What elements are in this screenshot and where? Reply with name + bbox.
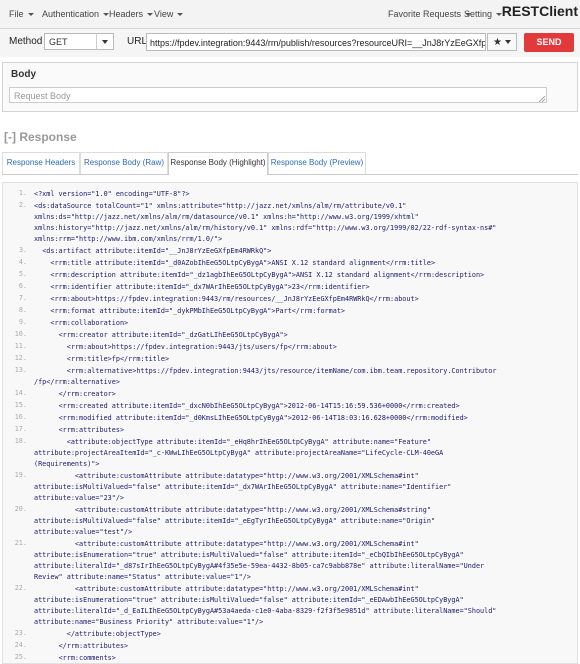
tab-response-body-highlight[interactable]: Response Body (Highlight) (168, 152, 268, 175)
favorite-requests-menu[interactable]: Favorite Requests (388, 0, 472, 28)
line-number: 11. (14, 342, 27, 350)
view-menu[interactable]: View (154, 0, 184, 28)
line-number: 18. (14, 437, 27, 445)
line-number: 1. (18, 189, 27, 197)
code-line: <rrm:collaboration> (34, 319, 129, 327)
line-number: 9. (18, 318, 27, 326)
code-line: <rrm:format attribute:itemId="_dykPMbIhE… (34, 307, 346, 315)
chevron-down-icon (27, 13, 34, 17)
code-line: </rrm:attributes> (34, 642, 129, 650)
line-number: 22. (14, 584, 27, 592)
code-line: <attribute:customAttribute attribute:dat… (34, 472, 452, 502)
method-label: Method (9, 36, 43, 47)
chevron-down-icon (147, 13, 154, 17)
line-number: 19. (14, 471, 27, 479)
line-number: 3. (18, 246, 27, 254)
body-panel: Body Request Body (2, 62, 578, 112)
url-input[interactable]: https://fpdev.integration:9443/rm/publis… (146, 33, 486, 51)
top-menu-bar: File Authentication Headers View Favorit… (0, 0, 580, 29)
authentication-menu-label: Authentication (42, 9, 100, 19)
line-number: 21. (14, 539, 27, 547)
chevron-down-icon (504, 40, 511, 44)
response-code-view: 1. <?xml version="1.0" encoding="UTF-8"?>… (2, 182, 578, 664)
line-number: 24. (14, 641, 27, 649)
line-number: 25. (14, 653, 27, 661)
code-line: <attribute:customAttribute attribute:dat… (34, 585, 497, 626)
line-number: 23. (14, 629, 27, 637)
resize-handle-icon[interactable] (539, 96, 545, 102)
setting-menu-label: Setting (464, 9, 493, 19)
code-line: </attribute:objectType> (34, 630, 161, 638)
app-brand: RESTClient (501, 3, 578, 19)
file-menu-label: File (9, 9, 24, 19)
request-bar: Method GET URL https://fpdev.integration… (0, 29, 580, 57)
chevron-down-icon (96, 34, 113, 49)
send-button[interactable]: SEND (524, 33, 574, 52)
code-line: <rrm:creator attribute:itemId="_dzGatLIh… (34, 331, 288, 339)
tab-response-body-preview[interactable]: Response Body (Preview) (268, 152, 366, 174)
code-line: <rrm:comments> (34, 654, 116, 662)
tab-response-body-raw[interactable]: Response Body (Raw) (80, 152, 168, 174)
line-number: 17. (14, 425, 27, 433)
code-line: <ds:dataSource totalCount="1" xmlns:attr… (34, 202, 497, 243)
star-icon: ★ (493, 36, 502, 48)
line-number: 15. (14, 401, 27, 409)
method-value: GET (49, 37, 68, 47)
method-select[interactable]: GET (44, 33, 114, 50)
line-number: 5. (18, 270, 27, 278)
url-label: URL (127, 36, 148, 47)
response-tabs: Response Headers Response Body (Raw) Res… (2, 152, 578, 175)
code-line: <rrm:title attribute:itemId="_d0AZobIhEe… (34, 259, 436, 267)
chevron-down-icon (177, 13, 184, 17)
code-line: <ds:artifact attribute:itemId="__JnJ8rYz… (34, 247, 272, 255)
headers-menu[interactable]: Headers (109, 0, 154, 28)
line-number: 8. (18, 306, 27, 314)
line-number: 14. (14, 389, 27, 397)
authentication-menu[interactable]: Authentication (42, 0, 110, 28)
headers-menu-label: Headers (109, 9, 144, 19)
view-menu-label: View (154, 9, 174, 19)
line-number: 10. (14, 330, 27, 338)
line-number: 7. (18, 294, 27, 302)
body-title: Body (11, 69, 36, 80)
line-number: 4. (18, 258, 27, 266)
response-toggle[interactable]: [-] Response (4, 130, 77, 144)
line-number: 2. (18, 201, 27, 209)
code-line: <?xml version="1.0" encoding="UTF-8"?> (34, 190, 190, 198)
code-line: <rrm:description attribute:itemId="_dz1a… (34, 271, 485, 279)
code-line: <rrm:attributes> (34, 426, 125, 434)
code-line: <rrm:created attribute:itemId="_dxcN0bIh… (34, 402, 460, 410)
code-line: <attribute:customAttribute attribute:dat… (34, 506, 436, 536)
code-line: <attribute:objectType attribute:itemId="… (34, 438, 444, 468)
tab-response-headers[interactable]: Response Headers (2, 152, 80, 174)
file-menu[interactable]: File (9, 0, 34, 28)
favorite-star-button[interactable]: ★ (487, 33, 517, 51)
favorite-requests-label: Favorite Requests (388, 9, 462, 19)
code-line: <attribute:customAttribute attribute:dat… (34, 540, 485, 581)
code-line: <rrm:about>https://fpdev.integration:944… (34, 295, 419, 303)
setting-menu[interactable]: Setting (464, 0, 503, 28)
code-line: <rrm:title>fp</rrm:title> (34, 355, 170, 363)
code-line: </rrm:creator> (34, 390, 116, 398)
request-body-input[interactable]: Request Body (9, 87, 547, 103)
code-line: <rrm:identifier attribute:itemId="_dx7WA… (34, 283, 370, 291)
line-number: 12. (14, 354, 27, 362)
code-line: <rrm:alternative>https://fpdev.integrati… (34, 367, 497, 386)
code-line: <rrm:modified attribute:itemId="_d0KmsLI… (34, 414, 468, 422)
line-number: 6. (18, 282, 27, 290)
line-number: 13. (14, 366, 27, 374)
line-number: 20. (14, 505, 27, 513)
code-line: <rrm:about>https://fpdev.integration:944… (34, 343, 337, 351)
line-number: 16. (14, 413, 27, 421)
